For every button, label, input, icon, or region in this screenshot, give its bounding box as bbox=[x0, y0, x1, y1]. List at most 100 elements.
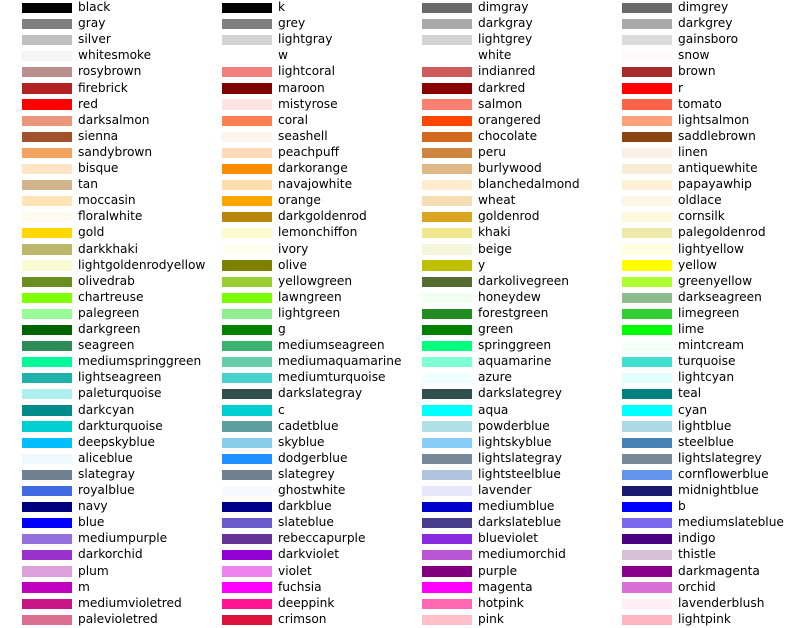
color-swatch bbox=[422, 99, 472, 110]
color-swatch bbox=[622, 598, 672, 609]
color-swatch bbox=[222, 469, 272, 480]
color-swatch bbox=[222, 292, 272, 303]
color-swatch bbox=[622, 131, 672, 142]
color-swatch bbox=[222, 518, 272, 529]
color-name-label: orangered bbox=[478, 112, 541, 127]
color-name-label: darkblue bbox=[278, 499, 332, 514]
color-name-label: aquamarine bbox=[478, 354, 552, 369]
color-swatch bbox=[22, 485, 72, 497]
color-swatch bbox=[422, 614, 472, 625]
color-name-label: midnightblue bbox=[678, 483, 759, 497]
color-name-label: gainsboro bbox=[678, 32, 739, 47]
color-name-label: lightsalmon bbox=[678, 112, 750, 127]
color-name-label: ghostwhite bbox=[278, 483, 346, 497]
color-name-label: slateblue bbox=[278, 515, 334, 530]
color-swatch bbox=[622, 35, 672, 46]
color-swatch bbox=[622, 501, 672, 513]
color-name-label: cornsilk bbox=[678, 209, 725, 224]
color-name-label: papayawhip bbox=[678, 177, 752, 192]
color-swatch bbox=[422, 598, 472, 609]
color-name-label: lightblue bbox=[678, 418, 732, 433]
color-swatch bbox=[622, 485, 672, 497]
color-name-label: azure bbox=[478, 370, 512, 385]
color-swatch bbox=[22, 324, 72, 336]
color-name-label: darkmagenta bbox=[678, 563, 760, 578]
color-row: crimson bbox=[200, 612, 400, 628]
color-swatch bbox=[622, 566, 672, 577]
color-swatch bbox=[222, 373, 272, 384]
color-swatch bbox=[222, 131, 272, 142]
color-name-label: honeydew bbox=[478, 289, 541, 304]
color-name-label: lightcoral bbox=[278, 64, 336, 79]
color-name-label: turquoise bbox=[678, 354, 736, 369]
color-swatch bbox=[622, 373, 672, 384]
color-name-label: slategray bbox=[78, 466, 135, 481]
color-swatch bbox=[222, 147, 272, 158]
color-row: midnightblue bbox=[600, 483, 800, 500]
color-name-label: khaki bbox=[478, 225, 511, 240]
color-swatch bbox=[22, 453, 72, 464]
color-swatch bbox=[622, 51, 672, 62]
color-name-label: lightsteelblue bbox=[478, 466, 561, 481]
color-swatch bbox=[622, 340, 672, 352]
color-name-label: green bbox=[478, 322, 514, 336]
color-name-label: lightgrey bbox=[478, 32, 533, 47]
color-swatch bbox=[222, 453, 272, 464]
color-name-label: royalblue bbox=[78, 483, 135, 497]
color-swatch bbox=[622, 260, 672, 271]
color-name-label: y bbox=[478, 257, 486, 272]
color-name-label: springgreen bbox=[478, 338, 552, 353]
color-swatch bbox=[422, 534, 472, 545]
color-name-label: yellow bbox=[678, 257, 717, 272]
color-name-label: teal bbox=[678, 386, 702, 401]
color-name-label: forestgreen bbox=[478, 305, 549, 320]
color-swatch bbox=[222, 566, 272, 577]
color-swatch bbox=[622, 453, 672, 464]
color-swatch bbox=[222, 534, 272, 545]
color-name-label: linen bbox=[678, 144, 708, 159]
color-row: plum bbox=[0, 564, 200, 580]
color-name-label: cyan bbox=[678, 402, 708, 417]
color-swatch bbox=[622, 518, 672, 529]
color-name-label: aliceblue bbox=[78, 450, 133, 465]
color-name-label: c bbox=[278, 402, 285, 417]
color-swatch bbox=[622, 550, 672, 561]
color-swatch bbox=[422, 566, 472, 577]
color-name-label: orange bbox=[278, 193, 321, 208]
color-row: darkslategray bbox=[200, 386, 400, 403]
color-name-label: lawngreen bbox=[278, 289, 342, 304]
color-swatch bbox=[22, 614, 72, 625]
color-name-label: darkslateblue bbox=[478, 515, 562, 530]
color-swatch bbox=[422, 469, 472, 480]
color-name-label: burlywood bbox=[478, 161, 542, 175]
color-name-label: seagreen bbox=[78, 338, 135, 353]
color-swatch bbox=[422, 51, 472, 62]
color-name-label: red bbox=[78, 96, 98, 111]
color-row: lightgray bbox=[200, 32, 400, 49]
color-swatch bbox=[622, 437, 672, 448]
color-swatch bbox=[22, 292, 72, 303]
color-swatch bbox=[622, 244, 672, 255]
color-name-label: maroon bbox=[278, 80, 325, 95]
color-swatch bbox=[22, 582, 72, 593]
color-name-label: darkgrey bbox=[678, 16, 733, 31]
color-swatch bbox=[22, 147, 72, 158]
color-name-label: mediumblue bbox=[478, 499, 555, 514]
color-row: bisque bbox=[0, 161, 200, 178]
color-row: pink bbox=[400, 612, 600, 628]
color-swatch bbox=[22, 518, 72, 529]
color-swatch bbox=[422, 485, 472, 497]
color-swatch bbox=[422, 35, 472, 46]
color-name-label: mediumvioletred bbox=[78, 595, 182, 610]
color-name-label: chartreuse bbox=[78, 289, 144, 304]
color-swatch bbox=[22, 469, 72, 480]
color-swatch bbox=[22, 501, 72, 513]
color-name-label: gold bbox=[78, 225, 105, 240]
color-swatch bbox=[422, 405, 472, 416]
color-row: lightgreen bbox=[200, 306, 400, 322]
color-swatch bbox=[622, 163, 672, 175]
color-swatch bbox=[622, 534, 672, 545]
color-name-label: darkslategrey bbox=[478, 386, 562, 401]
color-name-label: lightgreen bbox=[278, 305, 341, 320]
color-name-label: deeppink bbox=[278, 595, 335, 610]
